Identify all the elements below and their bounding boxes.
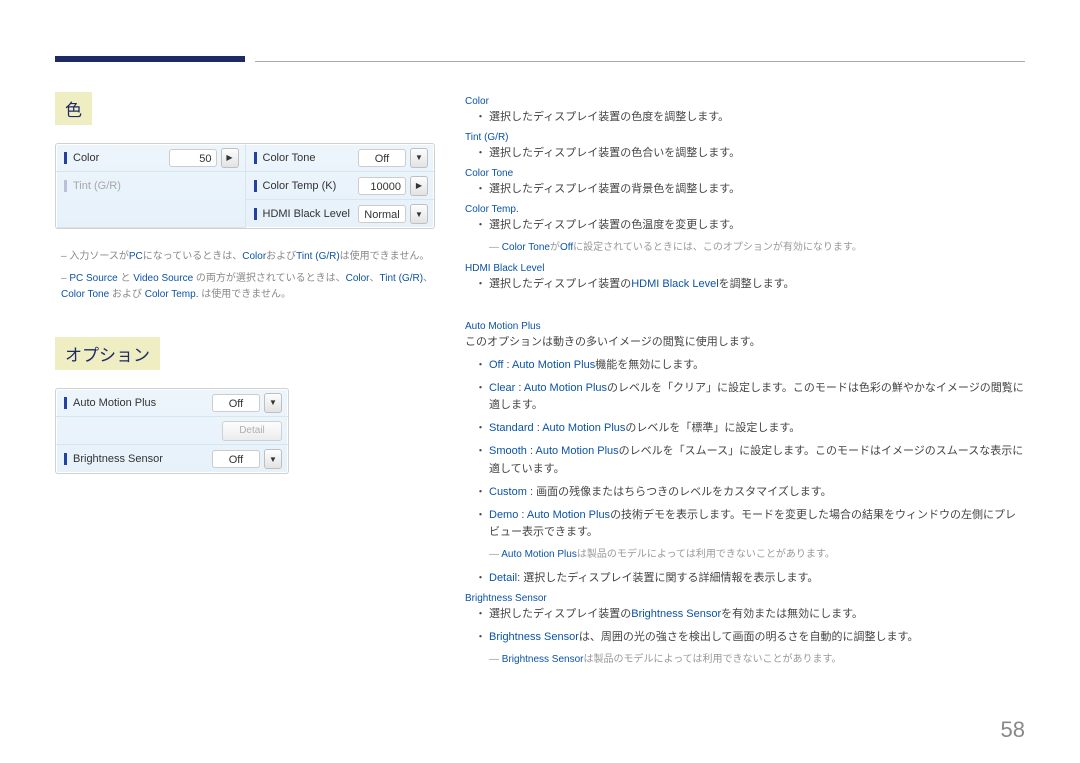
desc-tone-head: Color Tone [465, 168, 1025, 179]
hdmi-black-level-label: HDMI Black Level [254, 208, 359, 220]
desc-hdmi-head: HDMI Black Level [465, 263, 1025, 274]
desc-color-head: Color [465, 96, 1025, 107]
desc-bs-b1: 選択したディスプレイ装置のBrightness Sensorを有効または無効にし… [465, 606, 1025, 623]
hdmi-black-level-value[interactable]: Normal [358, 205, 406, 223]
color-label: Color [64, 152, 169, 164]
section-color: 色 Color 50 ▶ Tint (G/R) [55, 92, 435, 303]
brightness-sensor-dropdown-icon[interactable]: ▼ [264, 449, 282, 469]
desc-temp-b1: 選択したディスプレイ装置の色温度を変更します。 [465, 217, 1025, 234]
color-temp-value[interactable]: 10000 [358, 177, 406, 195]
desc-color-b1: 選択したディスプレイ装置の色度を調整します。 [465, 109, 1025, 126]
desc-amp-intro: このオプションは動きの多いイメージの閲覧に使用します。 [465, 334, 1025, 351]
desc-amp-b4: Smooth : Auto Motion Plusのレベルを「スムース」に設定し… [465, 443, 1025, 477]
desc-amp-b6: Demo : Auto Motion Plusの技術デモを表示します。モードを変… [465, 507, 1025, 541]
color-panel: Color 50 ▶ Tint (G/R) Color Tone O [55, 143, 435, 229]
desc-amp-sub: Auto Motion Plusは製品のモデルによっては利用できないことがありま… [489, 547, 1025, 562]
auto-motion-plus-dropdown-icon[interactable]: ▼ [264, 393, 282, 413]
color-notes: – 入力ソースがPCになっているときは、ColorおよびTint (G/R)は使… [55, 249, 435, 303]
desc-temp-head: Color Temp. [465, 204, 1025, 215]
desc-bs-b2: Brightness Sensorは、周囲の光の強さを検出して画面の明るさを自動… [465, 629, 1025, 646]
auto-motion-plus-value[interactable]: Off [212, 394, 260, 412]
auto-motion-plus-label: Auto Motion Plus [64, 397, 212, 409]
desc-tint-head: Tint (G/R) [465, 132, 1025, 143]
color-tone-dropdown-icon[interactable]: ▼ [410, 148, 428, 168]
color-temp-label: Color Temp (K) [254, 180, 359, 192]
desc-amp-b1: Off : Auto Motion Plus機能を無効にします。 [465, 357, 1025, 374]
color-temp-stepper-icon[interactable]: ▶ [410, 176, 428, 196]
color-tone-value[interactable]: Off [358, 149, 406, 167]
desc-amp-b7: Detail: 選択したディスプレイ装置に関する詳細情報を表示します。 [465, 570, 1025, 587]
desc-bs-head: Brightness Sensor [465, 593, 1025, 604]
color-value[interactable]: 50 [169, 149, 217, 167]
desc-temp-sub: Color ToneがOffに設定されているときには、このオプションが有効になり… [489, 240, 1025, 255]
section-title-option: オプション [55, 337, 160, 370]
hdmi-black-level-dropdown-icon[interactable]: ▼ [410, 204, 428, 224]
tint-label: Tint (G/R) [64, 180, 239, 192]
brightness-sensor-label: Brightness Sensor [64, 453, 212, 465]
desc-hdmi-b1: 選択したディスプレイ装置のHDMI Black Levelを調整します。 [465, 276, 1025, 293]
desc-tint-b1: 選択したディスプレイ装置の色合いを調整します。 [465, 145, 1025, 162]
desc-amp-b3: Standard : Auto Motion Plusのレベルを「標準」に設定し… [465, 420, 1025, 437]
section-option: オプション Auto Motion Plus Off ▼ Detail Brig… [55, 337, 435, 474]
detail-button[interactable]: Detail [222, 421, 282, 441]
desc-tone-b1: 選択したディスプレイ装置の背景色を調整します。 [465, 181, 1025, 198]
header-thin-line [255, 61, 1025, 62]
desc-amp-head: Auto Motion Plus [465, 321, 1025, 332]
desc-amp-b2: Clear : Auto Motion Plusのレベルを「クリア」に設定します… [465, 380, 1025, 414]
section-title-color: 色 [55, 92, 92, 125]
color-tone-label: Color Tone [254, 152, 359, 164]
header-rule [55, 50, 1025, 62]
page-number: 58 [1001, 717, 1025, 743]
color-stepper-icon[interactable]: ▶ [221, 148, 239, 168]
desc-bs-sub: Brightness Sensorは製品のモデルによっては利用できないことがあり… [489, 652, 1025, 667]
header-accent-bar [55, 56, 245, 62]
description-column: Color 選択したディスプレイ装置の色度を調整します。 Tint (G/R) … [455, 92, 1025, 675]
brightness-sensor-value[interactable]: Off [212, 450, 260, 468]
option-panel: Auto Motion Plus Off ▼ Detail Brightness… [55, 388, 289, 474]
desc-amp-b5: Custom : 画面の残像またはちらつきのレベルをカスタマイズします。 [465, 484, 1025, 501]
